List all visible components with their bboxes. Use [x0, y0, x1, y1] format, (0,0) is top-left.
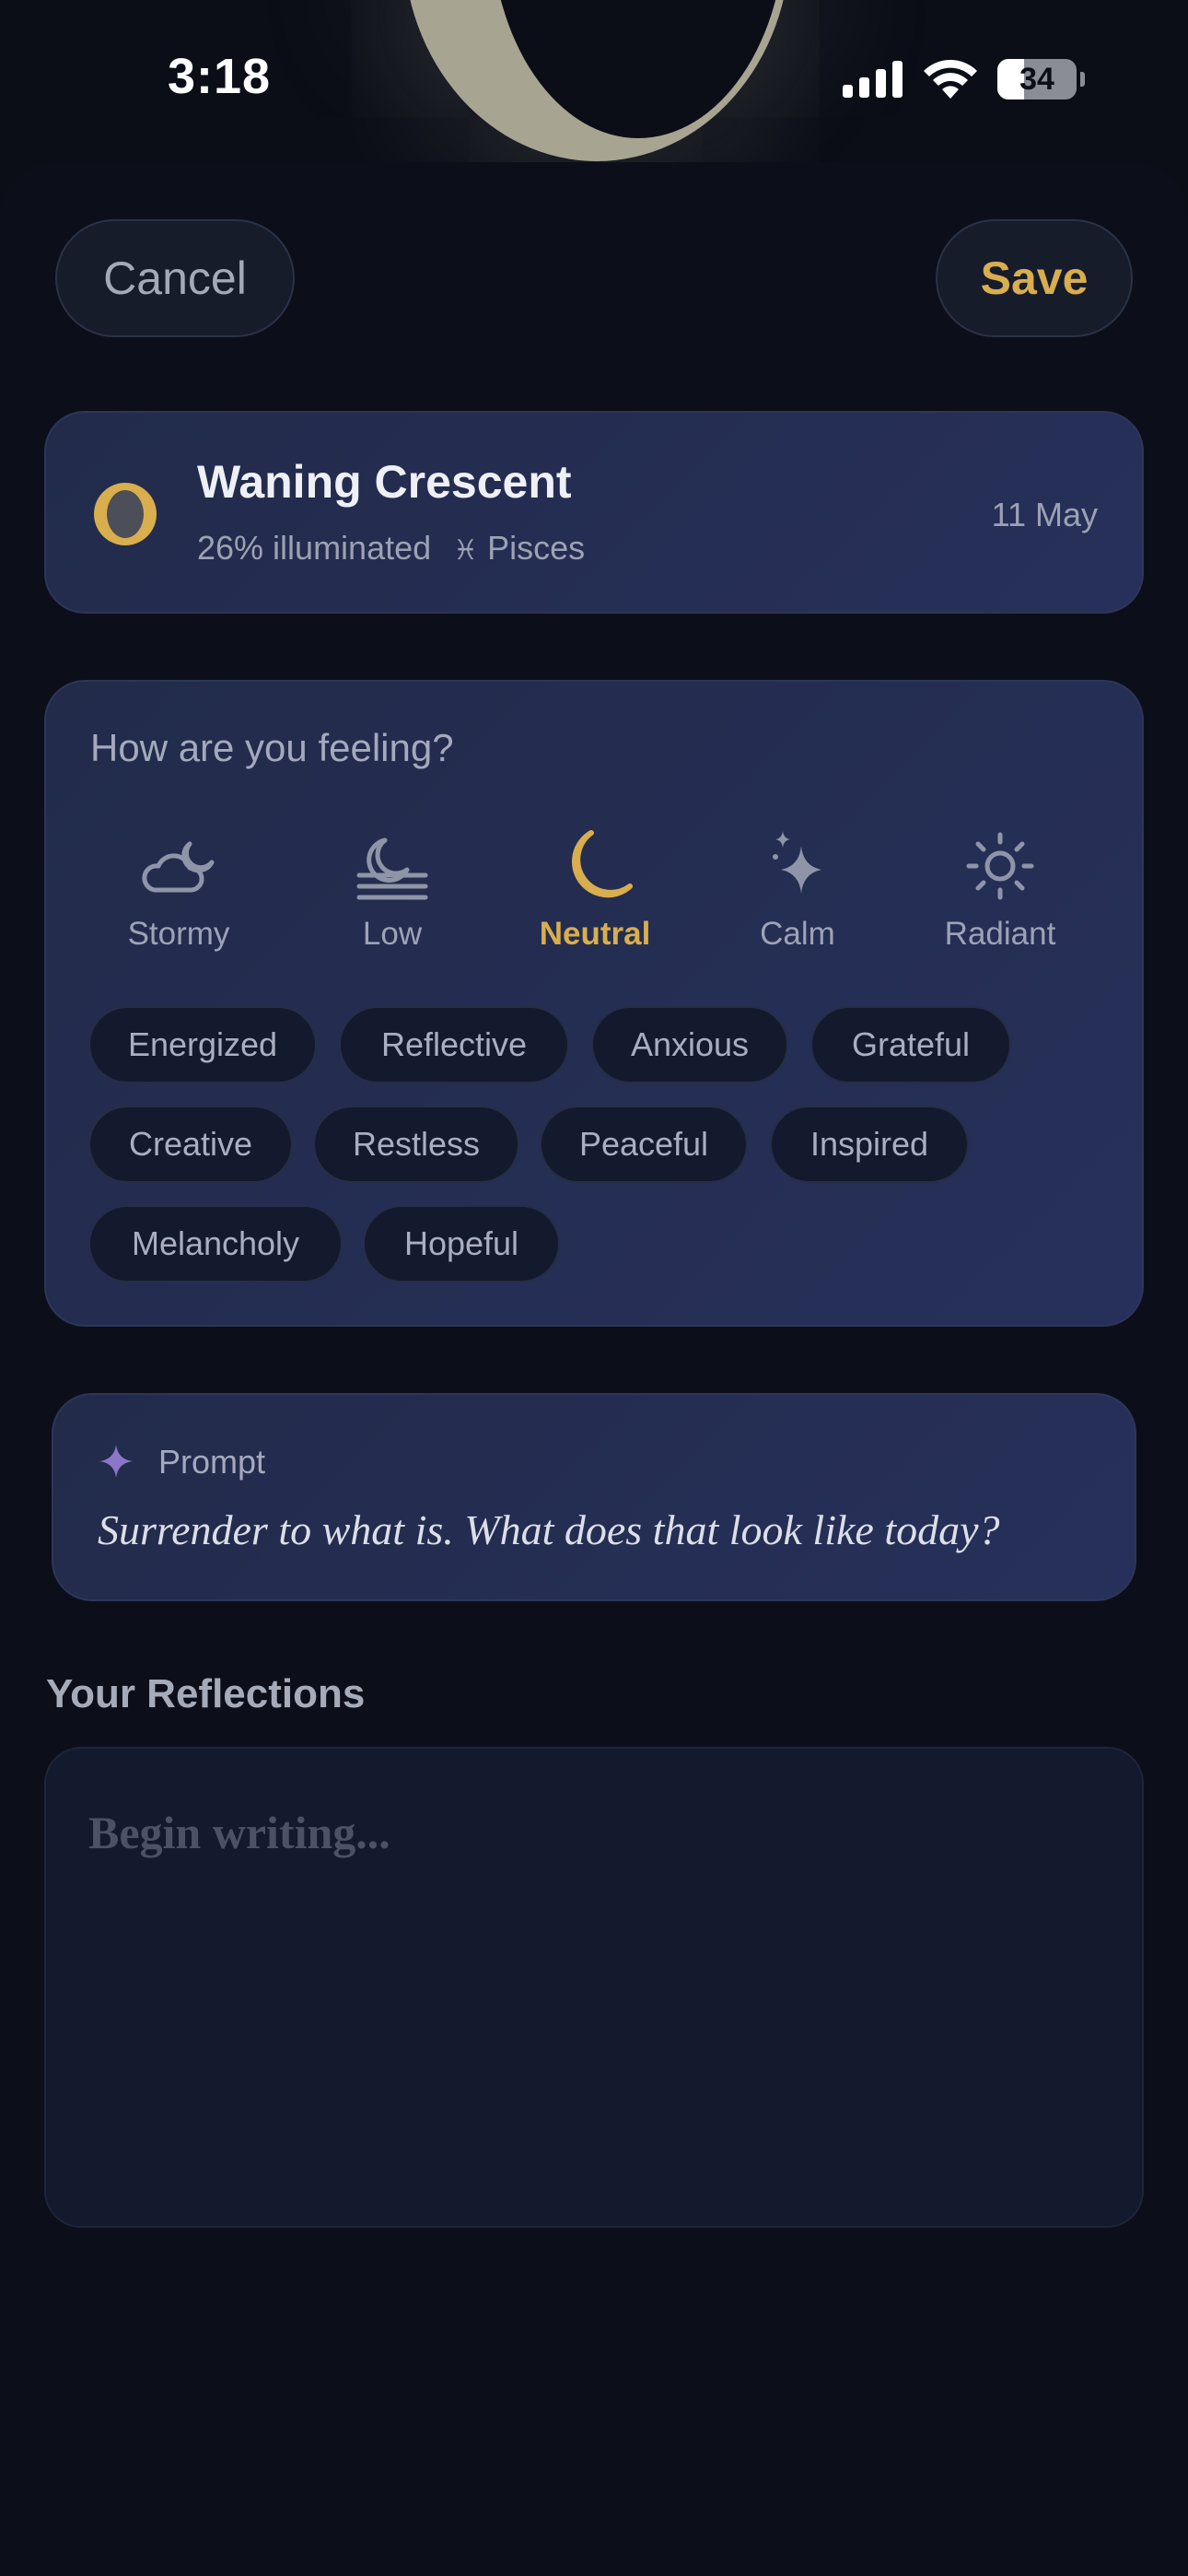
save-button[interactable]: Save [936, 219, 1133, 337]
mood-option-calm[interactable]: Calm [715, 829, 880, 953]
cloud-moon-icon [142, 841, 215, 893]
mood-label: Radiant [944, 916, 1056, 952]
sun-icon [966, 832, 1034, 900]
mood-label: Calm [760, 916, 835, 952]
status-time: 3:18 [168, 49, 272, 104]
mood-tag-anxious[interactable]: Anxious [591, 1006, 788, 1083]
mood-option-radiant[interactable]: Radiant [917, 829, 1083, 953]
moon-fog-icon [356, 837, 428, 900]
mood-tag-inspired[interactable]: Inspired [770, 1106, 969, 1183]
mood-tag-restless[interactable]: Restless [313, 1106, 519, 1183]
cancel-button[interactable]: Cancel [55, 219, 295, 337]
reflection-textarea[interactable]: Begin writing... [44, 1747, 1144, 2228]
mood-tag-reflective[interactable]: Reflective [339, 1006, 569, 1083]
entry-date: 11 May [991, 496, 1098, 533]
reflection-placeholder: Begin writing... [88, 1807, 390, 1858]
mood-option-stormy[interactable]: Stormy [96, 829, 262, 953]
signal-icon [843, 61, 903, 98]
mood-tag-energized[interactable]: Energized [88, 1006, 317, 1083]
mood-tag-melancholy[interactable]: Melancholy [88, 1205, 343, 1282]
mood-option-neutral[interactable]: Neutral [512, 829, 678, 953]
illumination-text: 26% illuminated [197, 529, 432, 567]
mood-label: Low [362, 916, 423, 952]
zodiac-sign: Pisces [487, 529, 586, 567]
status-icons: 34 [843, 55, 1085, 103]
battery-icon: 34 [997, 59, 1077, 100]
mood-tag-creative[interactable]: Creative [88, 1106, 293, 1183]
mood-tag-peaceful[interactable]: Peaceful [540, 1106, 748, 1183]
mood-question: How are you feeling? [90, 726, 454, 769]
prompt-label: Prompt [158, 1443, 266, 1481]
battery-level: 34 [1019, 61, 1054, 97]
pisces-icon: ♓ [453, 535, 479, 566]
moon-phase-icon [94, 483, 157, 545]
moon-phase-title: Waning Crescent [197, 456, 572, 508]
crescent-moon-icon [571, 830, 633, 898]
moon-phase-card: Waning Crescent 26% illuminated ♓ Pisces… [44, 411, 1144, 614]
mood-label: Neutral [539, 916, 651, 952]
mood-card: How are you feeling? Stormy Low Neutral … [44, 680, 1144, 1327]
sparkle-icon [773, 831, 821, 894]
mood-option-low[interactable]: Low [309, 829, 475, 953]
moon-decoration [403, 0, 790, 161]
status-bar: 3:18 34 [0, 0, 1188, 161]
wifi-icon [924, 60, 977, 99]
prompt-text: Surrender to what is. What does that loo… [98, 1506, 1000, 1553]
prompt-card: Prompt Surrender to what is. What does t… [52, 1393, 1136, 1601]
moon-phase-details: 26% illuminated ♓ Pisces [197, 529, 585, 568]
mood-tag-hopeful[interactable]: Hopeful [363, 1205, 560, 1282]
sparkle-icon [99, 1445, 133, 1478]
reflections-title: Your Reflections [46, 1671, 366, 1716]
mood-label: Stormy [127, 916, 230, 952]
mood-tag-grateful[interactable]: Grateful [810, 1006, 1011, 1083]
